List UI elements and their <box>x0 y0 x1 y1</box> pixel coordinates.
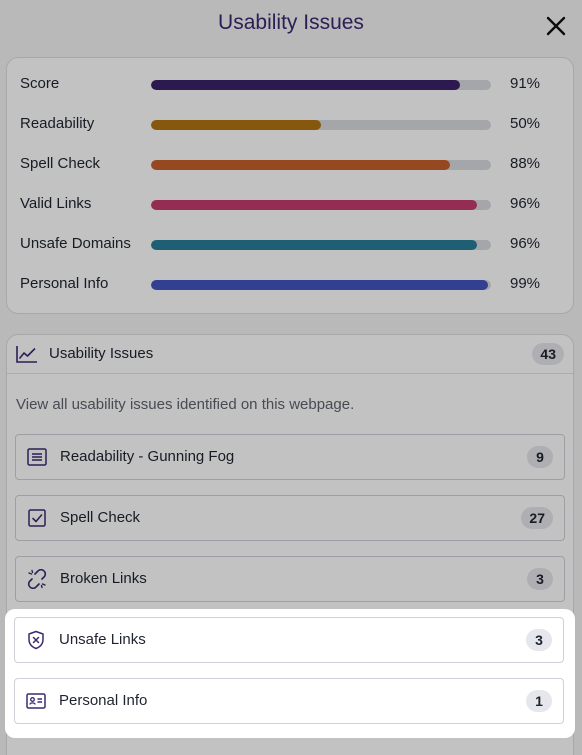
close-icon <box>546 16 566 36</box>
score-row-spell-check: Spell Check 88% <box>7 151 575 179</box>
score-value: 50% <box>510 115 541 132</box>
score-bar-track <box>151 160 491 170</box>
score-card: Score 91% Readability 50% Spell Check 88… <box>6 57 574 314</box>
trending-chart-icon <box>16 346 37 363</box>
issue-item-label: Unsafe Links <box>59 631 146 648</box>
score-row-unsafe-domains: Unsafe Domains 96% <box>7 231 575 259</box>
shield-x-icon <box>28 630 44 650</box>
highlight-panel: Unsafe Links 3 Personal Info 1 <box>5 609 575 738</box>
issues-header[interactable]: Usability Issues 43 <box>7 335 573 374</box>
id-card-icon <box>26 693 46 709</box>
score-row-personal-info: Personal Info 99% <box>7 271 575 299</box>
score-value: 96% <box>510 195 541 212</box>
score-bar-track <box>151 280 491 290</box>
score-value: 96% <box>510 235 541 252</box>
score-label: Unsafe Domains <box>20 235 131 252</box>
issue-item-unsafe-links[interactable]: Unsafe Links 3 <box>14 617 564 663</box>
score-bar-fill <box>151 160 451 170</box>
score-row-score: Score 91% <box>7 71 575 99</box>
score-row-readability: Readability 50% <box>7 111 575 139</box>
issue-count-badge: 9 <box>527 446 553 468</box>
score-label: Readability <box>20 115 95 132</box>
score-label: Score <box>20 75 60 92</box>
score-bar-fill <box>151 240 478 250</box>
issue-count-badge: 1 <box>526 690 552 712</box>
issue-count-badge: 3 <box>526 629 552 651</box>
score-label: Personal Info <box>20 275 109 292</box>
broken-link-icon <box>27 569 47 589</box>
page-title: Usability Issues <box>218 11 364 34</box>
score-bar-fill <box>151 80 461 90</box>
issue-item-spell-check[interactable]: Spell Check 27 <box>15 495 565 541</box>
issue-item-label: Readability - Gunning Fog <box>60 448 235 465</box>
score-label: Spell Check <box>20 155 101 172</box>
issues-header-label: Usability Issues <box>49 345 154 362</box>
issue-item-personal-info[interactable]: Personal Info 1 <box>14 678 564 724</box>
score-label: Valid Links <box>20 195 92 212</box>
score-bar-track <box>151 200 491 210</box>
score-bar-fill <box>151 120 321 130</box>
score-value: 88% <box>510 155 541 172</box>
score-bar-fill <box>151 280 488 290</box>
issue-item-label: Spell Check <box>60 509 141 526</box>
score-value: 99% <box>510 275 541 292</box>
issue-item-label: Personal Info <box>59 692 148 709</box>
issue-item-readability[interactable]: Readability - Gunning Fog 9 <box>15 434 565 480</box>
score-bar-track <box>151 120 491 130</box>
checkbox-icon <box>28 509 46 527</box>
score-value: 91% <box>510 75 541 92</box>
issues-description: View all usability issues identified on … <box>16 396 355 413</box>
score-bar-track <box>151 80 491 90</box>
header: Usability Issues <box>0 0 582 52</box>
issue-item-label: Broken Links <box>60 570 147 587</box>
close-button[interactable] <box>544 14 568 38</box>
score-bar-track <box>151 240 491 250</box>
score-bar-fill <box>151 200 478 210</box>
issue-count-badge: 27 <box>521 507 553 529</box>
text-lines-icon <box>27 448 47 466</box>
issue-count-badge: 3 <box>527 568 553 590</box>
issue-item-broken-links[interactable]: Broken Links 3 <box>15 556 565 602</box>
issues-count-badge: 43 <box>532 343 564 365</box>
usability-issues-page: Usability Issues Score 91% Readability 5… <box>0 0 582 755</box>
score-row-valid-links: Valid Links 96% <box>7 191 575 219</box>
